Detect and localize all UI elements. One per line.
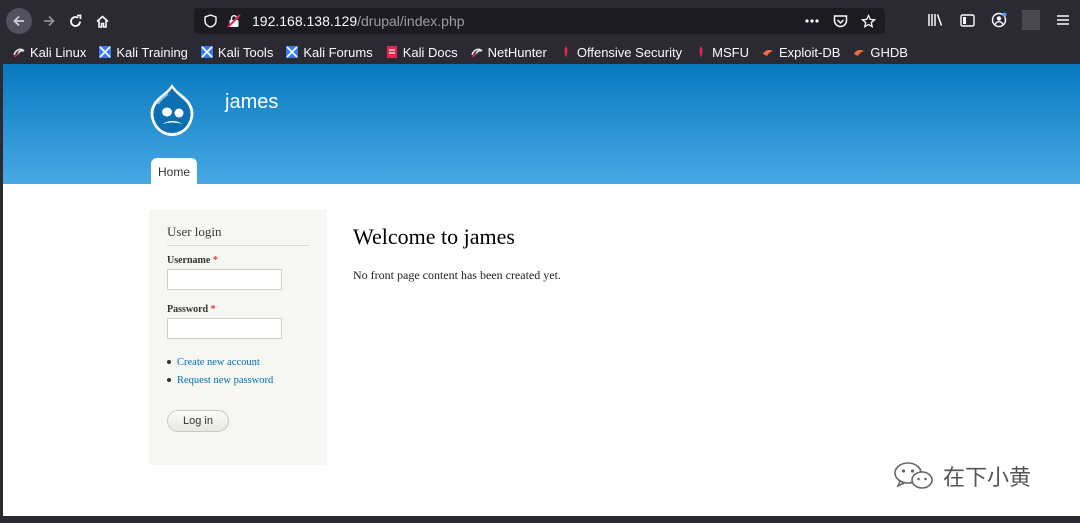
bookmark-label: Kali Docs	[402, 44, 458, 60]
bullet	[167, 360, 171, 364]
bookmarks-toolbar: Kali Linux Kali Training Kali Tools Kali…	[0, 40, 1080, 64]
offsec-icon	[564, 46, 568, 58]
home-icon	[95, 14, 109, 28]
browser-toolbar-right	[926, 10, 1072, 30]
bullet	[167, 378, 171, 382]
create-account-link[interactable]: Create new account	[177, 357, 260, 368]
username-label: Username *	[167, 255, 218, 266]
reload-icon	[69, 14, 81, 27]
kali-training-icon	[99, 46, 112, 58]
drupal-logo[interactable]	[147, 82, 197, 138]
library-icon[interactable]	[926, 10, 944, 30]
bookmark-label: MSFU	[712, 44, 749, 60]
bookmark-label: Kali Training	[116, 44, 188, 60]
bookmark-kali-docs[interactable]: Kali Docs	[385, 45, 458, 60]
required-mark: *	[210, 304, 216, 315]
bookmark-label: Kali Tools	[217, 44, 274, 60]
exploitdb-icon	[762, 50, 773, 56]
front-page-message: No front page content has been created y…	[353, 268, 561, 282]
username-label-text: Username	[167, 255, 211, 266]
request-password-link[interactable]: Request new password	[177, 375, 273, 386]
forward-button[interactable]	[36, 8, 62, 34]
wechat-icon	[894, 462, 933, 489]
arrow-right-icon	[44, 15, 55, 27]
tracking-shield-icon[interactable]	[202, 13, 218, 29]
bookmark-label: GHDB	[870, 44, 908, 60]
tab-home[interactable]: Home	[151, 158, 197, 185]
kali-docs-icon	[386, 46, 397, 58]
password-label-text: Password	[167, 304, 209, 315]
menu-icon[interactable]	[1054, 10, 1072, 30]
page-title: Welcome to james	[353, 224, 515, 249]
block-title: User login	[167, 224, 309, 246]
password-label: Password *	[167, 304, 216, 315]
bookmark-label: NetHunter	[487, 44, 547, 60]
bookmark-kali-forums[interactable]: Kali Forums	[285, 44, 373, 60]
bookmark-label: Kali Linux	[30, 44, 87, 60]
url-host: 192.168.138.129	[252, 13, 358, 29]
url-actions	[803, 12, 877, 30]
kali-forums-icon	[286, 46, 299, 58]
site-header: james Home	[3, 64, 1080, 185]
msfu-icon	[699, 46, 703, 58]
page-actions-icon[interactable]	[803, 12, 821, 30]
login-button[interactable]: Log in	[167, 410, 229, 432]
list-item: Create new account	[167, 353, 273, 371]
url-text[interactable]: 192.168.138.129/drupal/index.php	[252, 13, 465, 29]
bookmark-star-icon[interactable]	[859, 12, 877, 30]
back-button[interactable]	[6, 8, 32, 34]
bookmark-label: Kali Forums	[303, 44, 373, 60]
nethunter-icon	[470, 48, 483, 58]
kali-icon	[13, 48, 25, 58]
sidebar-icon[interactable]	[958, 10, 976, 30]
bookmark-label: Exploit-DB	[778, 44, 841, 60]
bookmark-kali-linux[interactable]: Kali Linux	[12, 45, 86, 60]
watermark-text: 在下小黄	[943, 466, 1032, 491]
kali-tools-icon	[200, 46, 213, 58]
page-viewport: james Home User login Username * Passwor…	[3, 64, 1080, 516]
url-bar[interactable]: 192.168.138.129/drupal/index.php	[194, 8, 885, 34]
bookmark-msfu[interactable]: MSFU	[694, 45, 749, 60]
reload-button[interactable]	[62, 8, 88, 34]
bookmark-kali-tools[interactable]: Kali Tools	[200, 45, 273, 60]
list-item: Request new password	[167, 371, 273, 389]
bookmark-kali-training[interactable]: Kali Training	[98, 45, 188, 60]
site-name[interactable]: james	[225, 91, 278, 114]
bookmark-label: Offensive Security	[576, 44, 683, 60]
account-icon[interactable]	[990, 10, 1008, 30]
url-path: /drupal/index.php	[357, 13, 465, 29]
username-input[interactable]	[167, 269, 282, 290]
bookmark-offensive-security[interactable]: Offensive Security	[559, 45, 682, 60]
bookmark-exploit-db[interactable]: Exploit-DB	[761, 45, 840, 60]
bookmark-nethunter[interactable]: NetHunter	[470, 45, 547, 60]
password-input[interactable]	[167, 318, 282, 339]
required-mark: *	[212, 255, 218, 266]
ghdb-icon	[854, 50, 865, 56]
arrow-left-icon	[13, 15, 24, 27]
bookmark-ghdb[interactable]: GHDB	[852, 45, 908, 60]
browser-navbar: 192.168.138.129/drupal/index.php	[0, 0, 1080, 40]
pocket-icon[interactable]	[831, 12, 849, 30]
account-links: Create new account Request new password	[167, 353, 273, 389]
home-button[interactable]	[89, 8, 115, 34]
toolbar-divider	[1022, 10, 1040, 30]
insecure-lock-icon[interactable]	[226, 13, 242, 29]
user-login-block: User login Username * Password * Create …	[149, 210, 327, 465]
watermark: 在下小黄	[893, 460, 1031, 492]
